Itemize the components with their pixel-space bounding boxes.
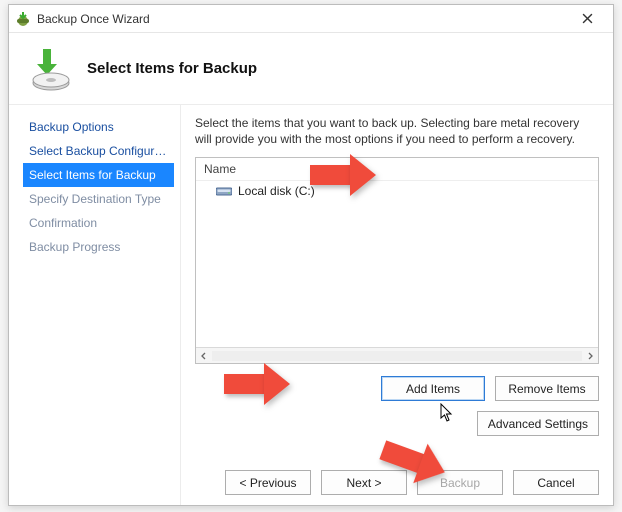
remove-items-button[interactable]: Remove Items bbox=[495, 376, 599, 401]
add-items-button[interactable]: Add Items bbox=[381, 376, 485, 401]
wizard-header: Select Items for Backup bbox=[9, 33, 613, 105]
step-select-items[interactable]: Select Items for Backup bbox=[23, 163, 174, 187]
item-buttons-row: Add Items Remove Items bbox=[195, 376, 599, 401]
step-confirmation: Confirmation bbox=[23, 211, 174, 235]
items-list: Name Local disk (C:) bbox=[195, 157, 599, 364]
disk-icon bbox=[216, 185, 232, 197]
backup-button: Backup bbox=[417, 470, 503, 495]
backup-icon bbox=[25, 45, 73, 93]
app-icon bbox=[15, 11, 31, 27]
titlebar: Backup Once Wizard bbox=[9, 5, 613, 33]
step-select-backup-config[interactable]: Select Backup Configurat... bbox=[23, 139, 174, 163]
list-body[interactable]: Local disk (C:) bbox=[196, 181, 598, 347]
cancel-button[interactable]: Cancel bbox=[513, 470, 599, 495]
instructions-text: Select the items that you want to back u… bbox=[195, 115, 599, 147]
wizard-main: Select the items that you want to back u… bbox=[181, 105, 613, 505]
next-button[interactable]: Next > bbox=[321, 470, 407, 495]
advanced-row: Advanced Settings bbox=[195, 411, 599, 436]
horizontal-scrollbar[interactable] bbox=[196, 347, 598, 363]
wizard-nav-row: < Previous Next > Backup Cancel bbox=[195, 470, 599, 495]
previous-button[interactable]: < Previous bbox=[225, 470, 311, 495]
scroll-track[interactable] bbox=[212, 351, 582, 361]
step-backup-options[interactable]: Backup Options bbox=[23, 115, 174, 139]
page-title: Select Items for Backup bbox=[87, 60, 257, 77]
step-backup-progress: Backup Progress bbox=[23, 235, 174, 259]
step-destination-type: Specify Destination Type bbox=[23, 187, 174, 211]
list-item-label: Local disk (C:) bbox=[238, 184, 315, 198]
wizard-window: Backup Once Wizard Select Items for Back… bbox=[8, 4, 614, 506]
scroll-left-icon[interactable] bbox=[196, 348, 212, 364]
close-icon bbox=[582, 13, 593, 24]
advanced-settings-button[interactable]: Advanced Settings bbox=[477, 411, 599, 436]
list-column-header[interactable]: Name bbox=[196, 158, 598, 181]
wizard-steps-sidebar: Backup Options Select Backup Configurat.… bbox=[9, 105, 181, 505]
window-title: Backup Once Wizard bbox=[37, 12, 567, 26]
scroll-right-icon[interactable] bbox=[582, 348, 598, 364]
wizard-body: Backup Options Select Backup Configurat.… bbox=[9, 105, 613, 505]
close-button[interactable] bbox=[567, 7, 607, 31]
list-item[interactable]: Local disk (C:) bbox=[196, 181, 598, 201]
